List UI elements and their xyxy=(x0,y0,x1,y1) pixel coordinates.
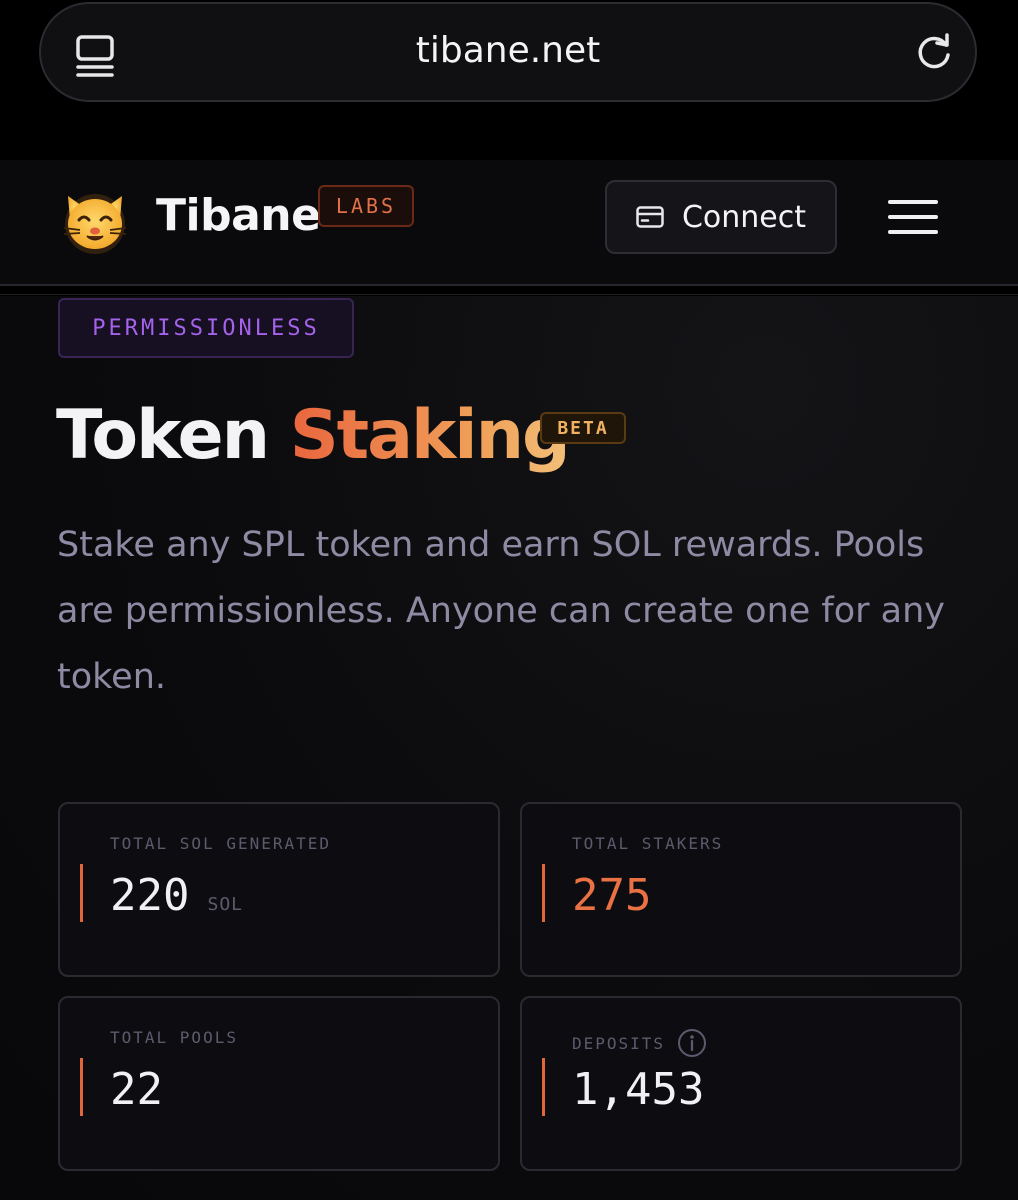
accent-bar xyxy=(80,1058,83,1116)
stat-value-wrap: 1,453 xyxy=(572,1064,704,1115)
stat-value: 275 xyxy=(572,870,652,921)
header-divider xyxy=(0,294,1018,295)
connect-label: Connect xyxy=(681,199,807,235)
stat-card-total-sol: TOTAL SOL GENERATED 220 SOL xyxy=(58,802,500,977)
stat-label: TOTAL STAKERS xyxy=(572,834,724,853)
main-content: PERMISSIONLESS Token Staking BETA Stake … xyxy=(0,296,1018,1200)
stat-label: DEPOSITS xyxy=(572,1033,666,1053)
page-title: Token Staking xyxy=(56,396,571,475)
permissionless-badge: PERMISSIONLESS xyxy=(58,298,354,358)
wallet-icon xyxy=(636,206,664,228)
url-text[interactable]: tibane.net xyxy=(41,30,975,71)
cat-logo-icon[interactable] xyxy=(60,186,130,254)
stat-value-wrap: 220 SOL xyxy=(110,870,243,921)
brand-name[interactable]: Tibane xyxy=(156,190,321,241)
title-part-staking: Staking xyxy=(289,396,571,475)
stat-card-deposits: DEPOSITS 1,453 xyxy=(520,996,962,1171)
stat-label: TOTAL SOL GENERATED xyxy=(110,834,332,853)
stat-label-wrap: DEPOSITS xyxy=(572,1028,707,1058)
stat-value: 1,453 xyxy=(572,1064,705,1115)
hamburger-menu-icon[interactable] xyxy=(888,198,938,236)
stat-value-wrap: 22 xyxy=(110,1064,163,1115)
page-subtitle: Stake any SPL token and earn SOL rewards… xyxy=(57,525,946,697)
accent-bar xyxy=(542,1058,545,1116)
stat-value: 220 xyxy=(110,870,190,921)
accent-bar xyxy=(542,864,545,922)
stat-card-total-stakers: TOTAL STAKERS 275 xyxy=(520,802,962,977)
site-header: Tibane LABS Connect xyxy=(0,160,1018,286)
stat-unit: SOL xyxy=(207,894,243,915)
labs-badge: LABS xyxy=(318,185,414,227)
stat-card-total-pools: TOTAL POOLS 22 xyxy=(58,996,500,1171)
reload-icon[interactable] xyxy=(913,31,955,73)
browser-url-bar[interactable]: tibane.net xyxy=(39,2,977,102)
title-part-token: Token xyxy=(56,396,270,475)
stat-label: TOTAL POOLS xyxy=(110,1028,238,1047)
stat-value: 22 xyxy=(110,1064,163,1115)
accent-bar xyxy=(80,864,83,922)
stat-value-wrap: 275 xyxy=(572,870,651,921)
connect-wallet-button[interactable]: Connect xyxy=(605,180,837,254)
info-icon[interactable] xyxy=(677,1028,707,1058)
beta-badge: BETA xyxy=(540,412,626,444)
